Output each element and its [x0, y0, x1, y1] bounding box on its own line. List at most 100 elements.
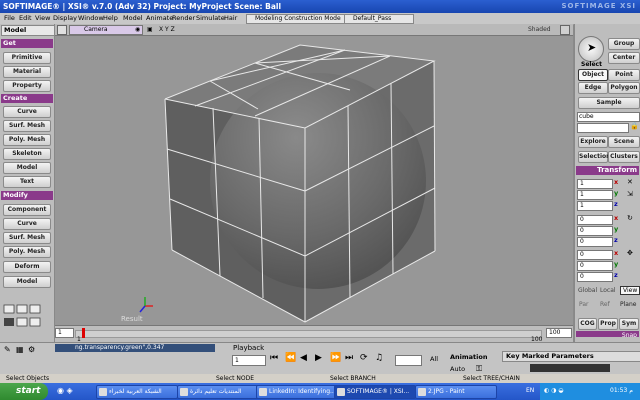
translate-y-field[interactable]: 0 [577, 261, 613, 271]
pass-dropdown[interactable]: Default_Pass [344, 14, 414, 24]
object-mode-button[interactable]: Object [578, 69, 608, 81]
point-mode-button[interactable]: Point [608, 69, 640, 81]
translate-x-field[interactable]: 0 [577, 250, 613, 260]
display-mode-dropdown[interactable]: Shaded [528, 24, 551, 35]
center-button[interactable]: Center [608, 52, 640, 64]
animation-label[interactable]: Animation [450, 353, 487, 361]
menu-help[interactable]: Help [103, 13, 118, 24]
global-mode[interactable]: Global [578, 287, 597, 294]
modify-poly-mesh-button[interactable]: Poly. Mesh [3, 246, 51, 258]
lock-icon[interactable]: 🔒 [630, 122, 639, 130]
prev-key-icon[interactable]: ⏪ [285, 353, 296, 363]
text-button[interactable]: Text [3, 176, 51, 188]
translate-x-axis[interactable]: x [614, 249, 618, 257]
scale-y-field[interactable]: 1 [577, 190, 613, 200]
rotate-y-field[interactable]: 0 [577, 226, 613, 236]
key-range-bar[interactable] [530, 364, 610, 372]
transform-header[interactable]: Transform [576, 166, 639, 175]
axes-label[interactable]: X Y Z [159, 24, 175, 35]
scale-z-field[interactable]: 1 [577, 201, 613, 211]
menu-model[interactable]: Model [123, 13, 143, 24]
sym-button[interactable]: Sym [619, 318, 639, 330]
audio-icon[interactable]: ♫ [375, 353, 383, 363]
property-button[interactable]: Property [3, 80, 51, 92]
group-button[interactable]: Group [608, 38, 640, 50]
viewport-letter-icon[interactable] [57, 25, 67, 35]
scene-button[interactable]: Scene [608, 136, 640, 148]
menu-simulate[interactable]: Simulate [196, 13, 225, 24]
view-mode[interactable]: View [620, 286, 640, 295]
section-get[interactable]: Get [1, 39, 53, 48]
go-to-start-icon[interactable]: ⏮ [270, 353, 278, 363]
par-mode[interactable]: Par [579, 301, 589, 308]
end-frame-field[interactable]: 100 [546, 328, 572, 338]
key-marked-button[interactable]: Key Marked Parameters [502, 351, 640, 362]
translate-z-field[interactable]: 0 [577, 272, 613, 282]
script-log-icon[interactable]: ⚙ [28, 345, 35, 354]
local-mode[interactable]: Local [600, 287, 616, 294]
section-create[interactable]: Create [1, 94, 53, 103]
next-key-icon[interactable]: ⏩ [330, 353, 341, 363]
maximize-viewport-icon[interactable] [560, 25, 570, 35]
task-softimage[interactable]: SOFTIMAGE® | XSI... [334, 385, 416, 399]
menu-window[interactable]: Window [78, 13, 104, 24]
scale-y-axis[interactable]: y [614, 189, 618, 197]
rotate-z-axis[interactable]: z [614, 236, 618, 244]
scale-tool-icon[interactable]: ✕ [627, 178, 633, 186]
translate-tool-icon[interactable]: ✥ [627, 249, 633, 257]
translate-y-axis[interactable]: y [614, 260, 618, 268]
playback-speed-field[interactable] [395, 355, 422, 366]
timeline-track[interactable] [75, 328, 542, 338]
plane-mode[interactable]: Plane [620, 301, 636, 308]
task-arabic-1[interactable]: الشبكة العربية لخبراء [96, 385, 178, 399]
section-modify[interactable]: Modify [1, 191, 53, 200]
menu-hair[interactable]: Hair [224, 13, 237, 24]
rotate-x-field[interactable]: 0 [577, 215, 613, 225]
3d-viewport[interactable]: Camera ◉ ▣ X Y Z Shaded Result [55, 24, 573, 325]
loop-icon[interactable]: ⟳ [360, 353, 368, 363]
rotate-z-field[interactable]: 0 [577, 237, 613, 247]
script-editor-icon[interactable]: ✎ [4, 345, 11, 354]
mcp-icon[interactable]: ▦ [16, 345, 24, 354]
modify-surf-mesh-button[interactable]: Surf. Mesh [3, 232, 51, 244]
all-label[interactable]: All [430, 355, 438, 363]
menu-display[interactable]: Display [53, 13, 77, 24]
camera-icon[interactable]: ▣ [147, 24, 153, 35]
module-selector[interactable]: Model [1, 25, 55, 36]
menu-render[interactable]: Render [172, 13, 195, 24]
menu-edit[interactable]: Edit [19, 13, 32, 24]
cog-button[interactable]: COG [578, 318, 597, 330]
menu-animate[interactable]: Animate [146, 13, 173, 24]
task-paint[interactable]: 2.JPG - Paint [415, 385, 497, 399]
polygon-mode-button[interactable]: Polygon [608, 82, 640, 94]
eye-icon[interactable]: ◉ [135, 24, 140, 35]
deform-button[interactable]: Deform [3, 261, 51, 273]
create-curve-button[interactable]: Curve [3, 106, 51, 118]
task-linkedin[interactable]: LinkedIn: Identifying... [256, 385, 338, 399]
ref-mode[interactable]: Ref [600, 301, 610, 308]
task-arabic-2[interactable]: المنتديات تعليم دائرة [177, 385, 259, 399]
create-model-button[interactable]: Model [3, 162, 51, 174]
script-command-line[interactable]: ng.transparency.green",0.347 [55, 344, 215, 352]
playback-label[interactable]: Playback [233, 344, 264, 352]
auto-key-label[interactable]: Auto [450, 365, 465, 373]
filter-field[interactable] [577, 123, 629, 133]
timeline[interactable]: 1 100 1 100 [55, 325, 573, 343]
scale-uniform-icon[interactable]: ⇲ [627, 190, 633, 198]
clusters-button[interactable]: Clusters [608, 151, 640, 163]
playhead[interactable] [82, 328, 85, 338]
rotate-tool-icon[interactable]: ↻ [627, 214, 633, 222]
select-arrow-icon[interactable]: ➤ [578, 36, 604, 62]
mode-dropdown[interactable]: Modeling Construction Mode [246, 14, 348, 24]
rotate-y-axis[interactable]: y [614, 225, 618, 233]
component-button[interactable]: Component [3, 204, 51, 216]
object-name-field[interactable]: cube [577, 112, 640, 122]
skeleton-button[interactable]: Skeleton [3, 148, 51, 160]
start-frame-field[interactable]: 1 [55, 328, 74, 338]
scale-x-axis[interactable]: x [614, 178, 618, 186]
go-to-end-icon[interactable]: ⏭ [345, 353, 353, 363]
start-button[interactable]: start [0, 383, 48, 400]
menu-file[interactable]: File [4, 13, 15, 24]
translate-z-axis[interactable]: z [614, 271, 618, 279]
primitive-button[interactable]: Primitive [3, 52, 51, 64]
